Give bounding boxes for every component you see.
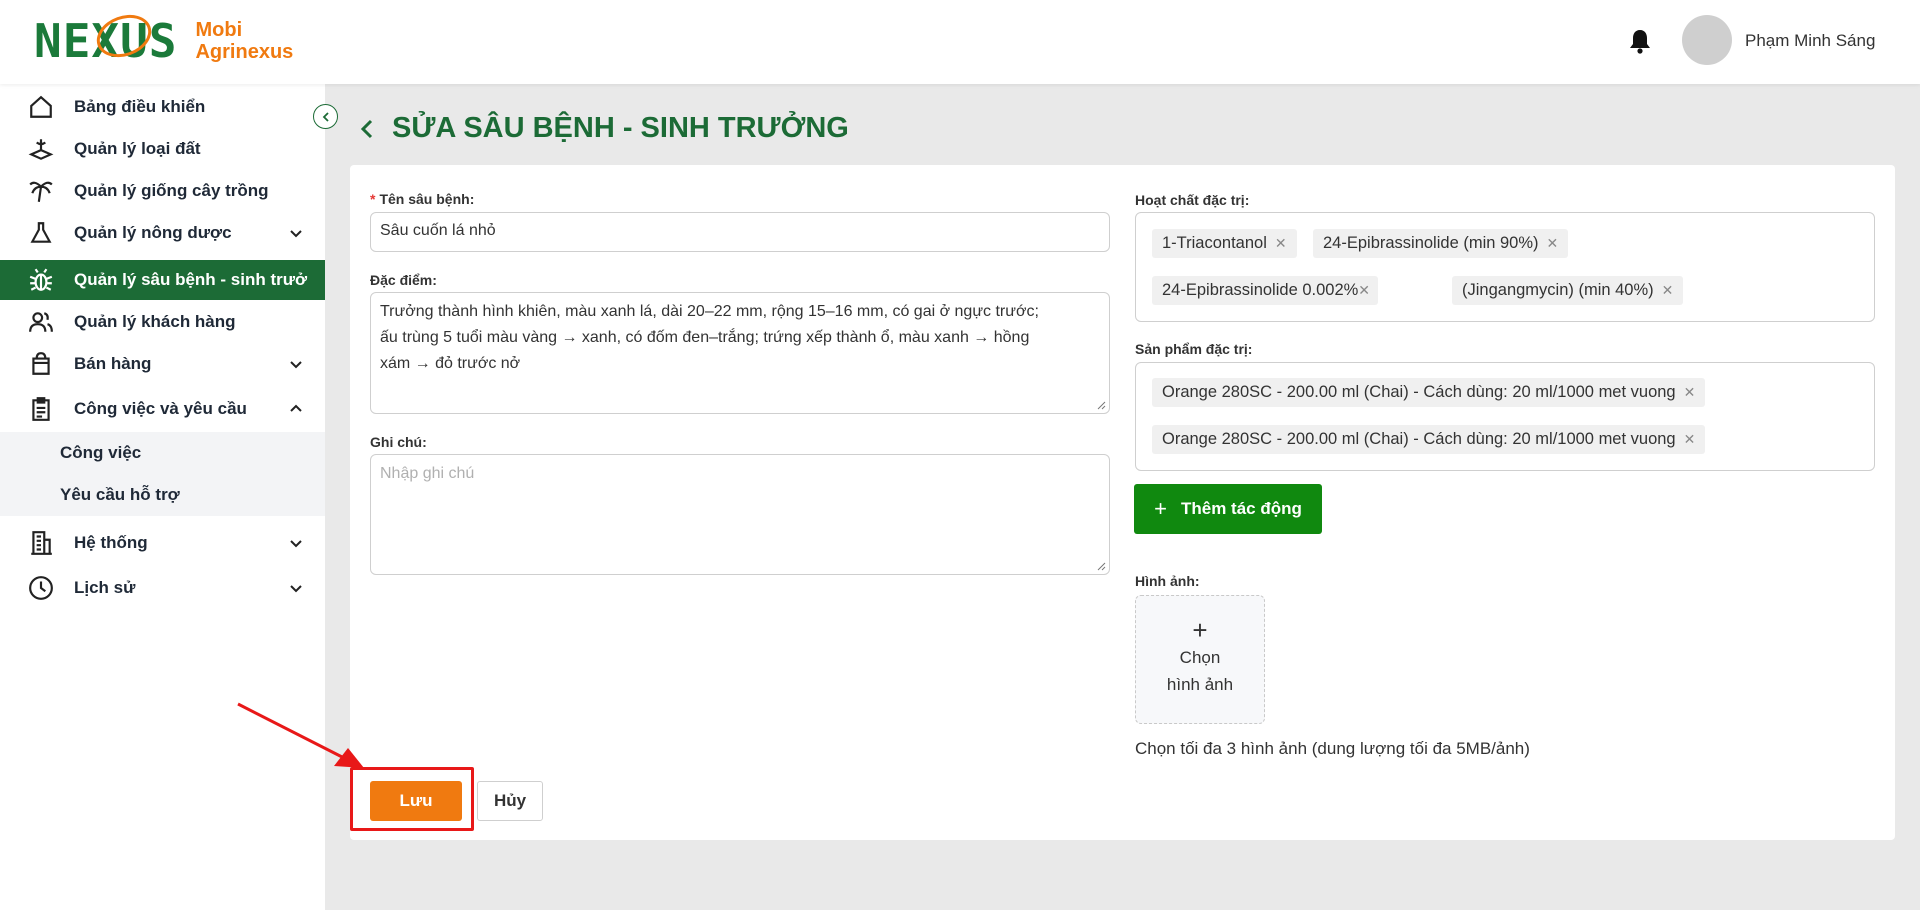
brand-line-2: Agrinexus bbox=[195, 41, 294, 63]
tag-product: Orange 280SC - 200.00 ml (Chai) - Cách d… bbox=[1152, 378, 1706, 407]
active-ingredients-label: Hoạt chất đặc trị: bbox=[1135, 192, 1250, 208]
history-icon bbox=[29, 576, 53, 600]
upload-label-line-2: hình ảnh bbox=[1166, 675, 1234, 694]
sidebar-item-label: Lịch sử bbox=[74, 578, 136, 597]
bug-icon bbox=[29, 268, 53, 291]
building-icon bbox=[31, 531, 52, 555]
notes-label: Ghi chú: bbox=[370, 434, 427, 450]
sidebar-item-label: Hệ thống bbox=[74, 533, 148, 552]
users-icon bbox=[29, 312, 53, 332]
close-icon[interactable]: ✕ bbox=[1547, 235, 1559, 252]
upload-label-line-1: Chọn bbox=[1179, 648, 1221, 667]
tag-active-ingredient: (Jingangmycin) (min 40%) ✕ bbox=[1452, 276, 1684, 305]
clipboard-icon bbox=[32, 397, 50, 421]
active-ingredients-select[interactable]: 1-Triacontanol ✕ 24-Epibrassinolide (min … bbox=[1135, 212, 1875, 322]
features-label: Đặc điểm: bbox=[370, 272, 437, 288]
bell-icon[interactable] bbox=[1628, 28, 1652, 54]
sidebar-item-label: Bán hàng bbox=[74, 354, 152, 373]
sidebar-subitem-support-requests[interactable]: Yêu cầu hỗ trợ bbox=[0, 474, 325, 516]
notes-placeholder: Nhập ghi chú bbox=[380, 465, 475, 482]
shopping-bag-icon bbox=[32, 352, 50, 375]
brand-line-1: Mobi bbox=[195, 19, 243, 41]
tag-product: Orange 280SC - 200.00 ml (Chai) - Cách d… bbox=[1152, 425, 1706, 454]
back-arrow-icon[interactable] bbox=[358, 118, 378, 140]
products-label: Sản phẩm đặc trị: bbox=[1135, 341, 1253, 357]
sidebar-item-customers[interactable]: Quản lý khách hàng bbox=[0, 302, 325, 342]
features-textarea[interactable]: Trưởng thành hình khiên, màu xanh lá, dà… bbox=[370, 292, 1110, 414]
sidebar-subitem-tasks[interactable]: Công việc bbox=[0, 432, 325, 474]
sidebar-item-sales[interactable]: Bán hàng bbox=[0, 344, 325, 384]
top-header: NEXUS Mobi Agrinexus Phạm Minh Sáng bbox=[0, 0, 1920, 84]
features-text: Trưởng thành hình khiên, màu xanh lá, dà… bbox=[380, 303, 1039, 372]
sidebar-item-pests-growth[interactable]: Quản lý sâu bệnh - sinh trưởng bbox=[0, 260, 325, 300]
plus-icon: + bbox=[1154, 496, 1167, 521]
sidebar-item-label: Quản lý sâu bệnh - sinh trưởng bbox=[74, 270, 308, 289]
page-title: SỬA SÂU BỆNH - SINH TRƯỞNG bbox=[358, 112, 849, 145]
tag-active-ingredient: 24-Epibrassinolide (min 90%) ✕ bbox=[1313, 229, 1569, 258]
sidebar-item-label: Quản lý giống cây trồng bbox=[74, 181, 269, 200]
soil-icon bbox=[28, 139, 54, 160]
sidebar-item-label: Quản lý loại đất bbox=[74, 139, 201, 158]
notes-textarea[interactable]: Nhập ghi chú bbox=[370, 454, 1110, 575]
sidebar-item-tasks-requests[interactable]: Công việc và yêu cầu bbox=[0, 389, 325, 429]
annotation-highlight-box bbox=[350, 767, 474, 831]
plus-icon: + bbox=[1192, 615, 1208, 645]
avatar[interactable] bbox=[1682, 15, 1732, 65]
sidebar-subitem-label: Công việc bbox=[60, 443, 142, 462]
tag-active-ingredient: 1-Triacontanol ✕ bbox=[1152, 229, 1297, 258]
app-logo[interactable]: NEXUS Mobi Agrinexus bbox=[34, 7, 293, 68]
chevron-down-icon bbox=[290, 585, 302, 593]
close-icon[interactable]: ✕ bbox=[1662, 282, 1674, 299]
pest-name-input[interactable]: Sâu cuốn lá nhỏ bbox=[370, 212, 1110, 252]
products-select[interactable]: Orange 280SC - 200.00 ml (Chai) - Cách d… bbox=[1135, 362, 1875, 471]
close-icon[interactable]: ✕ bbox=[1684, 431, 1696, 448]
upload-hint: Chọn tối đa 3 hình ảnh (dung lượng tối đ… bbox=[1135, 739, 1530, 758]
logo-wordmark: NEXUS bbox=[34, 7, 177, 68]
sidebar-item-system[interactable]: Hệ thống bbox=[0, 523, 325, 563]
sidebar-item-history[interactable]: Lịch sử bbox=[0, 568, 325, 608]
chevron-down-icon bbox=[290, 361, 302, 369]
sidebar-item-label: Quản lý khách hàng bbox=[74, 312, 236, 331]
sidebar-item-label: Công việc và yêu cầu bbox=[74, 399, 247, 418]
home-icon bbox=[30, 95, 52, 118]
sidebar-item-label: Bảng điều khiển bbox=[74, 97, 206, 116]
tag-active-ingredient: 24-Epibrassinolide 0.002% ✕ bbox=[1152, 276, 1378, 305]
add-effect-label: Thêm tác động bbox=[1180, 499, 1302, 518]
close-icon[interactable]: ✕ bbox=[1275, 235, 1287, 252]
chevron-down-icon bbox=[290, 230, 302, 238]
add-effect-button[interactable]: + Thêm tác động bbox=[1134, 484, 1322, 534]
image-upload-button[interactable]: + Chọn hình ảnh bbox=[1135, 595, 1265, 724]
annotation-arrow-icon bbox=[237, 702, 364, 768]
cancel-button[interactable]: Hủy bbox=[477, 781, 543, 821]
flask-icon bbox=[30, 222, 52, 243]
palm-tree-icon bbox=[29, 181, 53, 202]
resize-handle-icon[interactable] bbox=[1096, 561, 1106, 571]
pest-name-label: * Tên sâu bệnh: bbox=[370, 191, 475, 207]
chevron-down-icon bbox=[290, 540, 302, 548]
resize-handle-icon[interactable] bbox=[1096, 400, 1106, 410]
close-icon[interactable]: ✕ bbox=[1358, 282, 1370, 299]
sidebar-subitem-label: Yêu cầu hỗ trợ bbox=[60, 485, 180, 504]
close-icon[interactable]: ✕ bbox=[1684, 384, 1696, 401]
sidebar-item-dashboard[interactable]: Bảng điều khiển bbox=[0, 87, 325, 127]
page-title-text: SỬA SÂU BỆNH - SINH TRƯỞNG bbox=[392, 112, 849, 144]
images-label: Hình ảnh: bbox=[1135, 573, 1200, 589]
sidebar-item-pesticides[interactable]: Quản lý nông dược bbox=[0, 213, 325, 253]
sidebar: Bảng điều khiển Quản lý loại đất Quản lý… bbox=[0, 84, 325, 910]
sidebar-item-plant-varieties[interactable]: Quản lý giống cây trồng bbox=[0, 171, 325, 211]
chevron-up-icon bbox=[290, 404, 302, 412]
brand-name: Mobi Agrinexus bbox=[195, 19, 293, 63]
sidebar-collapse-button[interactable] bbox=[313, 104, 338, 129]
user-name[interactable]: Phạm Minh Sáng bbox=[1745, 31, 1875, 51]
sidebar-item-soil[interactable]: Quản lý loại đất bbox=[0, 129, 325, 169]
chevron-left-icon bbox=[322, 111, 329, 122]
sidebar-item-label: Quản lý nông dược bbox=[74, 223, 232, 242]
